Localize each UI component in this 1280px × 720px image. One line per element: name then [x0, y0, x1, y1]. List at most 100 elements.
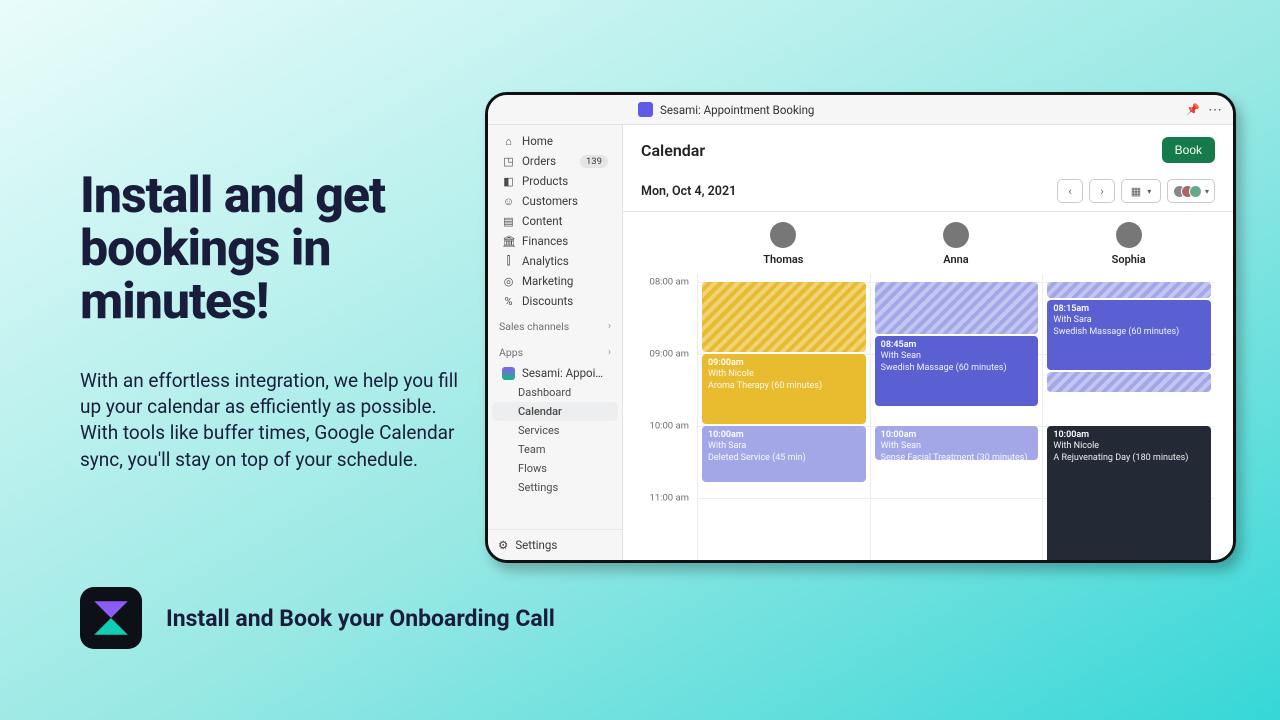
home-icon: ⌂ [502, 135, 515, 148]
sidebar-item-content[interactable]: ▤ Content [492, 211, 618, 231]
calendar-column[interactable]: 09:00amWith NicoleAroma Therapy (60 minu… [697, 274, 870, 560]
calendar-event[interactable]: 10:00amWith NicoleA Rejuvenating Day (18… [1047, 426, 1211, 560]
event-with: With Nicole [1053, 441, 1205, 452]
avatar-stack [1173, 185, 1202, 198]
sesami-app-icon [502, 367, 515, 380]
window-titlebar: Sesami: Appointment Booking 📌 ⋯ [488, 95, 1233, 125]
section-label: Sales channels [499, 320, 569, 333]
person-name: Sophia [1112, 253, 1146, 266]
calendar-toolbar: Mon, Oct 4, 2021 ‹ › ▦ ▾ ▾ [623, 173, 1233, 212]
hour-label: 10:00 am [649, 421, 689, 432]
app-icon [638, 102, 653, 117]
event-time: 08:45am [881, 340, 1033, 351]
person-header: Sophia [1042, 222, 1215, 266]
avatar [1116, 222, 1142, 248]
sidebar-item-label: Analytics [522, 254, 608, 268]
calendar-event[interactable] [1047, 282, 1211, 298]
sidebar-item-products[interactable]: ◧Products [492, 171, 618, 191]
event-service: Sense Facial Treatment (30 minutes) [881, 453, 1033, 461]
sidebar-item-label: Discounts [522, 294, 608, 308]
event-service: A Rejuvenating Day (180 minutes) [1053, 453, 1205, 464]
calendar-event[interactable] [875, 282, 1039, 334]
calendar-columns: 09:00amWith NicoleAroma Therapy (60 minu… [697, 274, 1215, 560]
section-label: Apps [499, 346, 523, 359]
content-icon: ▤ [502, 215, 515, 228]
hourglass-icon [90, 597, 132, 639]
event-time: 10:00am [708, 430, 860, 441]
chevron-left-icon: ‹ [1068, 185, 1071, 198]
caret-down-icon: ▾ [1205, 187, 1209, 196]
event-time: 08:15am [1053, 304, 1205, 315]
chevron-right-icon: › [608, 321, 611, 332]
app-subnav-settings[interactable]: Settings [492, 478, 618, 497]
calendar-event[interactable] [1047, 372, 1211, 392]
calendar-column[interactable]: 08:45amWith SeanSwedish Massage (60 minu… [870, 274, 1043, 560]
sidebar-item-label: Orders [522, 154, 573, 168]
hour-label: 09:00 am [649, 349, 689, 360]
hour-label: 08:00 am [649, 277, 689, 288]
calendar-event[interactable]: 09:00amWith NicoleAroma Therapy (60 minu… [702, 354, 866, 424]
more-icon[interactable]: ⋯ [1208, 103, 1223, 117]
event-time: 09:00am [708, 358, 860, 369]
app-subnav-dashboard[interactable]: Dashboard [492, 383, 618, 402]
caret-down-icon: ▾ [1147, 187, 1151, 196]
event-time: 10:00am [1053, 430, 1205, 441]
people-filter-button[interactable]: ▾ [1167, 179, 1215, 203]
calendar-event[interactable] [702, 282, 866, 352]
sidebar-item-home[interactable]: ⌂ Home [492, 131, 618, 151]
next-button[interactable]: › [1089, 179, 1115, 203]
sidebar-item-orders[interactable]: ◳ Orders 139 [492, 151, 618, 171]
sidebar-item-sesami[interactable]: Sesami: Appointment Bo... [492, 363, 618, 383]
section-sales-channels[interactable]: Sales channels › [488, 311, 622, 337]
calendar-event[interactable]: 10:00amWith SaraDeleted Service (45 min) [702, 426, 866, 482]
people-header-row: ThomasAnnaSophia [641, 212, 1215, 274]
sidebar-item-finances[interactable]: 🏛Finances [492, 231, 618, 251]
app-subnav-flows[interactable]: Flows [492, 459, 618, 478]
section-apps[interactable]: Apps › [488, 337, 622, 363]
event-with: With Nicole [708, 369, 860, 380]
sidebar-item-label: Sesami: Appointment Bo... [522, 366, 608, 380]
calendar: ThomasAnnaSophia 08:00 am 09:00 am 10:00 a… [623, 212, 1233, 560]
sidebar-item-discounts[interactable]: %Discounts [492, 291, 618, 311]
products-icon: ◧ [502, 175, 515, 188]
page-title: Calendar [641, 141, 705, 160]
chevron-right-icon: › [1100, 185, 1103, 198]
chevron-right-icon: › [608, 347, 611, 358]
event-with: With Sara [708, 441, 860, 452]
app-subnav-calendar[interactable]: Calendar [492, 402, 618, 421]
sidebar-item-customers[interactable]: ☺ Customers [492, 191, 618, 211]
badge: 139 [580, 155, 608, 168]
avatar [943, 222, 969, 248]
analytics-icon: ⫿ [502, 254, 515, 268]
pin-icon[interactable]: 📌 [1186, 103, 1200, 116]
calendar-column[interactable]: 08:15amWith SaraSwedish Massage (60 minu… [1042, 274, 1215, 560]
marketing-icon: ◎ [502, 275, 515, 288]
sidebar-item-analytics[interactable]: ⫿ Analytics [492, 251, 618, 271]
calendar-icon: ▦ [1131, 185, 1141, 198]
window-title: Sesami: Appointment Booking [660, 103, 814, 117]
event-service: Aroma Therapy (60 minutes) [708, 381, 860, 392]
current-date: Mon, Oct 4, 2021 [641, 184, 736, 199]
calendar-event[interactable]: 08:45amWith SeanSwedish Massage (60 minu… [875, 336, 1039, 406]
sidebar-settings[interactable]: ⚙ Settings [488, 529, 622, 560]
customers-icon: ☺ [502, 195, 515, 208]
prev-button[interactable]: ‹ [1057, 179, 1083, 203]
main-panel: Calendar Book Mon, Oct 4, 2021 ‹ › ▦ ▾ [623, 125, 1233, 560]
sidebar-item-marketing[interactable]: ◎Marketing [492, 271, 618, 291]
date-picker-button[interactable]: ▦ ▾ [1121, 179, 1161, 203]
sidebar-item-label: Content [522, 214, 608, 228]
gear-icon: ⚙ [498, 538, 508, 552]
app-subnav-services[interactable]: Services [492, 421, 618, 440]
sidebar: ⌂ Home ◳ Orders 139 ◧Products ☺ Customers ▤ Conte… [488, 125, 623, 560]
hour-label: 11:00 am [649, 493, 689, 504]
app-subnav-team[interactable]: Team [492, 440, 618, 459]
sidebar-item-label: Customers [522, 194, 608, 208]
event-with: With Sean [881, 351, 1033, 362]
book-button[interactable]: Book [1162, 137, 1215, 163]
orders-icon: ◳ [502, 155, 515, 168]
calendar-event[interactable]: 10:00amWith SeanSense Facial Treatment (… [875, 426, 1039, 460]
sidebar-item-label: Home [522, 134, 608, 148]
event-service: Deleted Service (45 min) [708, 453, 860, 464]
avatar [770, 222, 796, 248]
calendar-event[interactable]: 08:15amWith SaraSwedish Massage (60 minu… [1047, 300, 1211, 370]
